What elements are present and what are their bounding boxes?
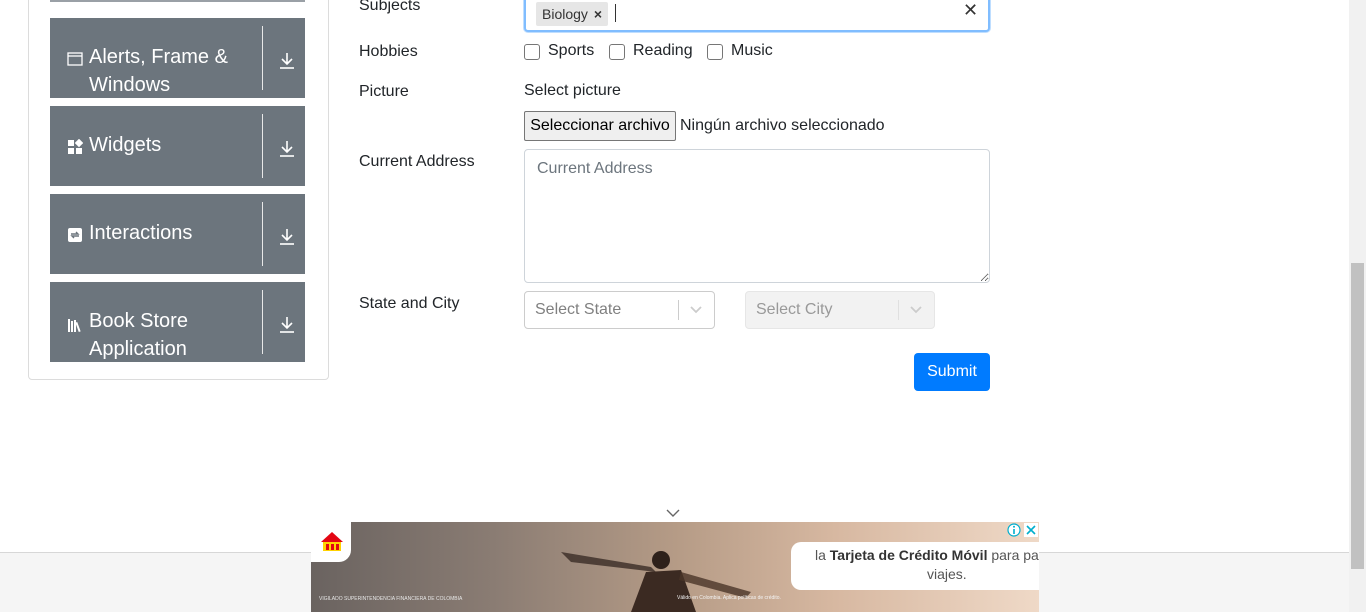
sidebar-group-alerts[interactable]: Alerts, Frame & Windows — [50, 18, 305, 98]
divider — [262, 290, 263, 354]
sports-checkbox[interactable] — [524, 44, 540, 60]
city-placeholder: Select City — [756, 301, 833, 318]
advertisement-banner[interactable]: la Tarjeta de Crédito Móvil para pag via… — [311, 522, 1039, 612]
sidebar-group-title: Book Store Application — [89, 310, 188, 360]
divider — [262, 202, 263, 266]
ad-text-prefix: la — [815, 547, 826, 563]
download-icon[interactable] — [279, 316, 295, 334]
state-placeholder: Select State — [535, 301, 622, 318]
select-picture-label: Select picture — [524, 82, 621, 99]
widgets-icon — [68, 139, 83, 154]
sidebar-group-title: Alerts, Frame & Windows — [89, 46, 228, 96]
interactions-icon — [68, 228, 82, 242]
reading-label[interactable]: Reading — [633, 42, 693, 60]
clear-icon[interactable]: ✕ — [963, 0, 978, 21]
subjects-label: Subjects — [359, 0, 421, 14]
sidebar-group-title: Interactions — [89, 222, 193, 244]
music-checkbox[interactable] — [707, 44, 723, 60]
download-icon[interactable] — [279, 52, 295, 70]
submit-button[interactable]: Submit — [914, 353, 990, 391]
chevron-down-icon[interactable] — [689, 302, 703, 316]
text-caret — [615, 4, 616, 22]
state-city-label: State and City — [359, 295, 460, 312]
ad-logo — [311, 522, 351, 562]
file-status: Ningún archivo seleccionado — [680, 117, 885, 134]
sidebar-group-bookstore[interactable]: Book Store Application — [50, 282, 305, 362]
subject-chip: Biology × — [536, 2, 609, 26]
picture-label: Picture — [359, 83, 409, 100]
download-icon[interactable] — [279, 140, 295, 158]
reading-checkbox[interactable] — [609, 44, 625, 60]
music-label[interactable]: Music — [731, 42, 773, 60]
ad-text-suffix: para pag — [991, 547, 1039, 563]
ad-fine-print-left: VIGILADO SUPERINTENDENCIA FINANCIERA DE … — [319, 596, 463, 602]
chevron-down-icon[interactable] — [909, 302, 923, 316]
divider — [898, 300, 899, 320]
state-select[interactable]: Select State — [524, 291, 715, 329]
bank-logo-icon — [321, 532, 343, 551]
city-select[interactable]: Select City — [745, 291, 935, 329]
sports-label[interactable]: Sports — [548, 42, 594, 60]
hobbies-label: Hobbies — [359, 43, 418, 60]
sidebar-group-title: Widgets — [89, 134, 162, 156]
scrollbar-thumb[interactable] — [1351, 263, 1364, 569]
choose-file-button[interactable]: Seleccionar archivo — [524, 111, 676, 141]
current-address-label: Current Address — [359, 153, 475, 170]
window-icon — [67, 52, 83, 66]
divider — [262, 114, 263, 178]
remove-chip-icon[interactable]: × — [594, 6, 602, 22]
subjects-input[interactable]: Biology × ✕ — [524, 0, 990, 32]
sidebar-top-divider — [50, 0, 305, 2]
ad-text-bold: Tarjeta de Crédito Móvil — [829, 547, 988, 563]
divider — [678, 300, 679, 320]
books-icon — [68, 319, 81, 333]
ad-info-icon[interactable] — [1007, 523, 1021, 537]
chevron-down-icon[interactable] — [666, 508, 680, 518]
subject-chip-label: Biology — [542, 6, 588, 22]
sidebar-group-interactions[interactable]: Interactions — [50, 194, 305, 274]
sidebar-group-widgets[interactable]: Widgets — [50, 106, 305, 186]
ad-close-icon[interactable] — [1024, 523, 1038, 537]
ad-fine-print-center: Válido en Colombia. Aplica políticas de … — [677, 595, 781, 601]
ad-message: la Tarjeta de Crédito Móvil para pag via… — [791, 542, 1039, 590]
current-address-textarea[interactable] — [524, 149, 990, 283]
download-icon[interactable] — [279, 228, 295, 246]
divider — [262, 26, 263, 90]
ad-text-line2: viajes. — [927, 566, 967, 582]
